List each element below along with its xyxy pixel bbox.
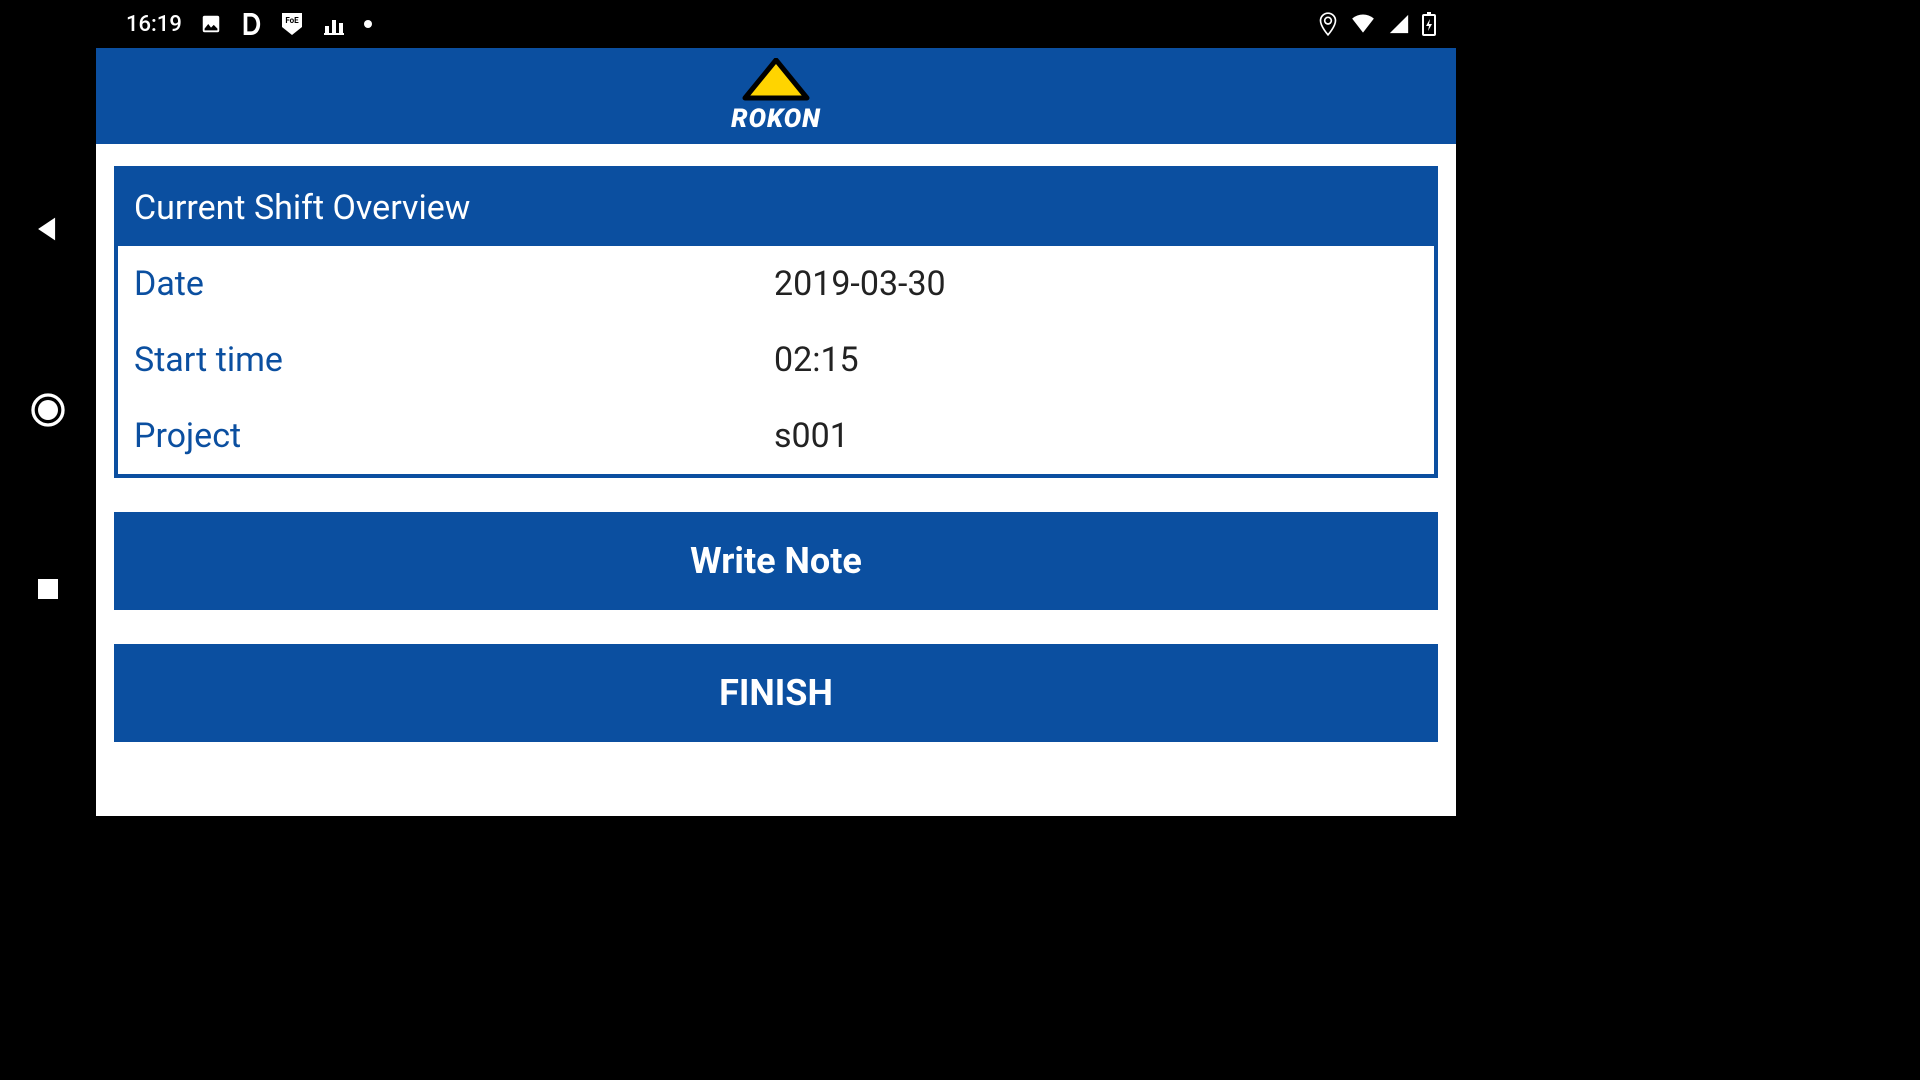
status-bar-right [1318,11,1436,37]
content-area: Current Shift Overview Date 2019-03-30 S… [96,148,1456,816]
card-title: Current Shift Overview [118,170,1434,246]
signal-icon [1388,13,1410,35]
wifi-icon [1350,13,1376,35]
row-project: Project s001 [118,398,1434,474]
dot-icon [364,20,372,28]
brand-name: ROKON [731,104,821,134]
shield-foe-icon: FoE [280,11,304,37]
row-start-time: Start time 02:15 [118,322,1434,398]
triangle-icon [741,58,811,102]
row-value: s001 [774,416,849,456]
finish-button[interactable]: FINISH [114,644,1438,742]
android-nav-bar [0,0,96,816]
card-body: Date 2019-03-30 Start time 02:15 Project… [118,246,1434,474]
status-time: 16:19 [126,12,182,37]
device-frame: 16:19 FoE [0,0,1456,816]
svg-text:FoE: FoE [285,16,299,25]
row-label: Date [134,264,774,304]
letter-d-icon [240,11,262,37]
row-value: 2019-03-30 [774,264,946,304]
location-icon [1318,11,1338,37]
status-bar-left: 16:19 FoE [126,11,372,37]
row-label: Project [134,416,774,456]
nav-home-button[interactable] [28,390,68,430]
brand-logo: ROKON [731,58,821,134]
chart-icon [322,12,346,36]
nav-recent-button[interactable] [33,574,63,604]
row-value: 02:15 [774,340,859,380]
row-label: Start time [134,340,774,380]
battery-icon [1422,12,1436,36]
write-note-button[interactable]: Write Note [114,512,1438,610]
screen: 16:19 FoE [96,0,1456,816]
nav-back-button[interactable] [31,212,65,246]
shift-overview-card: Current Shift Overview Date 2019-03-30 S… [114,166,1438,478]
status-bar: 16:19 FoE [96,0,1456,48]
app-bar: ROKON [96,48,1456,148]
row-date: Date 2019-03-30 [118,246,1434,322]
image-icon [200,13,222,35]
